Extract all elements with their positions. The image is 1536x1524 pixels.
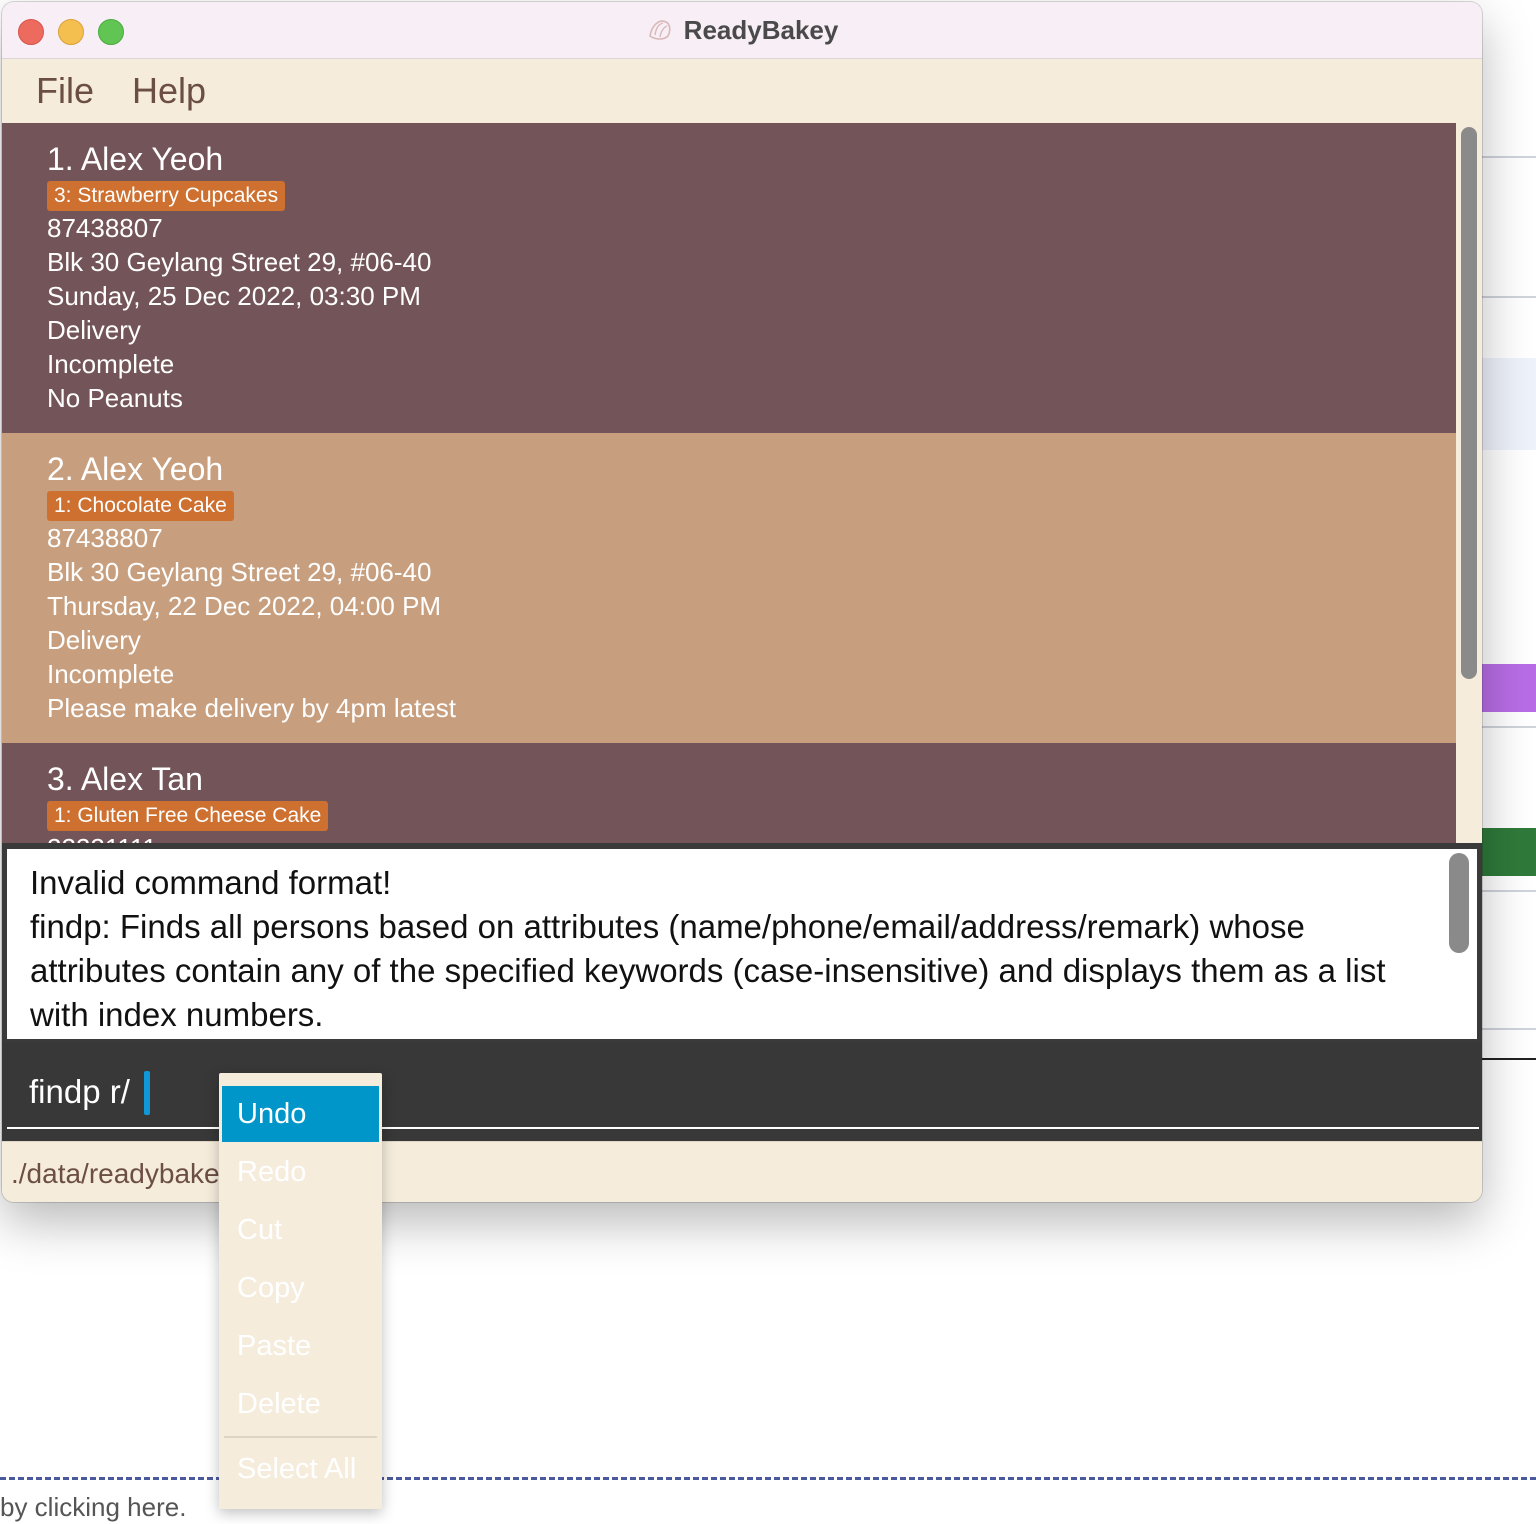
text-caret [144,1071,150,1115]
order-remark: Please make delivery by 4pm latest [47,693,456,723]
background-green-bar [1482,828,1536,876]
order-card[interactable]: 3. Alex Tan 1: Gluten Free Cheese Cake 2… [2,743,1456,843]
app-window: ReadyBakey File Help 1. Alex Yeoh 3: Str… [2,2,1482,1202]
background-purple-bar [1482,664,1536,712]
context-menu-label: Select All [237,1453,357,1485]
order-status: Incomplete [47,349,175,379]
background-divider [1482,1058,1536,1060]
order-card[interactable]: 2. Alex Yeoh 1: Chocolate Cake 87438807 … [2,433,1456,743]
order-datetime: Thursday, 22 Dec 2022, 04:00 PM [47,591,442,621]
order-item-tag: 1: Chocolate Cake [47,491,234,521]
croissant-icon [648,20,671,40]
order-phone: 22221111 [47,833,157,843]
order-list[interactable]: 1. Alex Yeoh 3: Strawberry Cupcakes 8743… [2,123,1456,843]
result-display: Invalid command format! findp: Finds all… [7,849,1445,1039]
context-menu-delete[interactable]: Delete [222,1376,379,1432]
order-customer-name: 3. Alex Tan [47,761,203,797]
background-divider [1482,1028,1536,1030]
order-item-tag: 3: Strawberry Cupcakes [47,181,286,211]
background-divider [1482,296,1536,298]
order-customer-name: 1. Alex Yeoh [47,141,224,177]
order-status: Incomplete [47,659,175,689]
context-menu-undo[interactable]: Undo [222,1086,379,1142]
context-menu-label: Copy [237,1272,305,1304]
order-customer-name: 2. Alex Yeoh [47,451,224,487]
context-menu-paste[interactable]: Paste [222,1318,379,1374]
context-menu-label: Paste [237,1330,312,1362]
order-phone: 87438807 [47,523,163,553]
result-line: findp: Finds all persons based on attrib… [30,908,1305,945]
context-menu-cut[interactable]: Cut [222,1202,379,1258]
title-bar[interactable]: ReadyBakey [2,2,1482,59]
context-menu: Undo Redo Cut Copy Paste Delete Select A… [219,1073,382,1509]
context-menu-separator [224,1436,377,1438]
background-divider [1482,726,1536,728]
menu-bar: File Help [2,59,1482,123]
result-line: Invalid command format! [30,864,392,901]
order-address: Blk 30 Geylang Street 29, #06-40 [47,557,432,587]
context-menu-select-all[interactable]: Select All [222,1441,379,1497]
context-menu-redo[interactable]: Redo [222,1144,379,1200]
window-title: ReadyBakey [683,14,839,45]
order-delivery-method: Delivery [47,315,141,345]
context-menu-label: Cut [237,1214,283,1246]
order-list-scroll-thumb[interactable] [1461,127,1477,679]
menu-file[interactable]: File [36,70,94,112]
order-datetime: Sunday, 25 Dec 2022, 03:30 PM [47,281,421,311]
context-menu-label: Redo [237,1156,307,1188]
context-menu-copy[interactable]: Copy [222,1260,379,1316]
order-delivery-method: Delivery [47,625,141,655]
command-input[interactable]: findp r/ [29,1073,130,1111]
context-menu-label: Undo [237,1098,307,1130]
result-line: with index numbers. [30,996,324,1033]
order-phone: 87438807 [47,213,163,243]
order-remark: No Peanuts [47,383,183,413]
background-hint-text[interactable]: by clicking here. [0,1492,186,1523]
background-divider [1482,156,1536,158]
result-line: attributes contain any of the specified … [30,952,1386,989]
result-display-frame: Invalid command format! findp: Finds all… [2,843,1482,1043]
result-scroll-thumb[interactable] [1449,853,1469,953]
order-card[interactable]: 1. Alex Yeoh 3: Strawberry Cupcakes 8743… [2,123,1456,433]
context-menu-label: Delete [237,1388,321,1420]
menu-help[interactable]: Help [132,70,206,112]
order-address: Blk 30 Geylang Street 29, #06-40 [47,247,432,277]
order-item-tag: 1: Gluten Free Cheese Cake [47,801,329,831]
result-scrollbar[interactable] [1445,849,1477,1039]
background-divider [1482,890,1536,892]
background-panel [1482,358,1536,450]
order-list-scrollbar[interactable] [1456,123,1482,843]
